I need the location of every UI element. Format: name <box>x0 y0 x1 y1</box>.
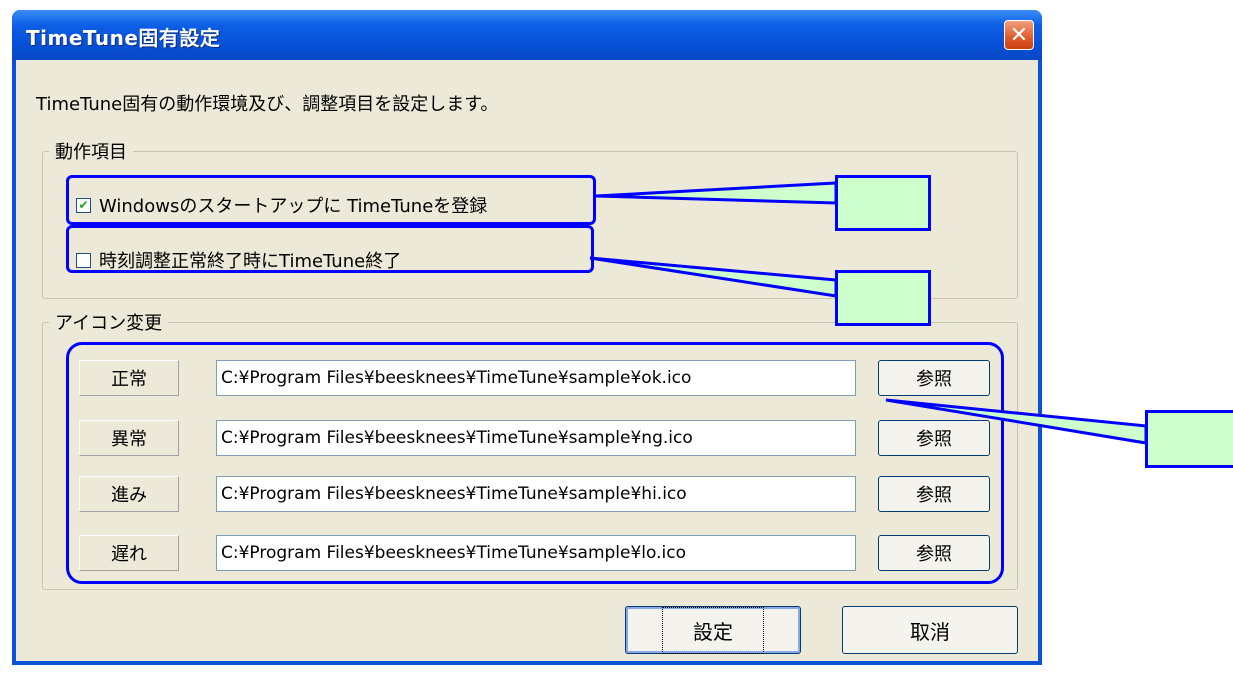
exit-option-highlight <box>66 225 594 273</box>
cancel-button-label: 取消 <box>910 619 950 644</box>
ok-button-label: 設定 <box>662 606 764 654</box>
callout-box-3 <box>1145 410 1233 468</box>
startup-option-highlight <box>66 175 596 225</box>
callout-box-1 <box>835 175 931 231</box>
close-button[interactable]: ✕ <box>1004 20 1034 50</box>
close-icon: ✕ <box>1009 23 1029 48</box>
cancel-button[interactable]: 取消 <box>842 606 1018 654</box>
description-text: TimeTune固有の動作環境及び、調整項目を設定します。 <box>36 94 499 115</box>
title-bar[interactable]: TimeTune固有設定 ✕ <box>12 10 1042 60</box>
ok-button[interactable]: 設定 <box>625 606 801 654</box>
window-title: TimeTune固有設定 <box>26 26 221 50</box>
operation-group-label: 動作項目 <box>49 138 133 164</box>
icon-group-label: アイコン変更 <box>49 309 169 335</box>
callout-box-2 <box>835 270 931 326</box>
icon-rows-highlight <box>66 342 1004 584</box>
